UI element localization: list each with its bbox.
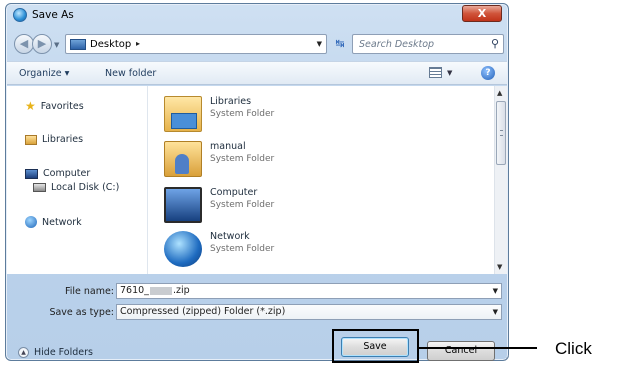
window-title: Save As xyxy=(32,9,74,21)
item-type: System Folder xyxy=(210,154,275,164)
save-as-dialog: Save As X ◀ ▶ ▼ Desktop ▸ ▼ ↹ Search Des… xyxy=(5,3,510,362)
scroll-down-icon[interactable]: ▼ xyxy=(497,263,502,271)
save-as-type-select[interactable]: Compressed (zipped) Folder (*.zip) ▼ xyxy=(116,304,502,320)
hide-folders-button[interactable]: ▲ Hide Folders xyxy=(18,347,93,358)
file-name-label: File name: xyxy=(64,286,114,297)
list-item[interactable]: Libraries System Folder xyxy=(164,96,274,132)
item-type: System Folder xyxy=(210,244,275,254)
sidebar-item-local-disk[interactable]: Local Disk (C:) xyxy=(33,182,119,193)
save-highlight-box xyxy=(332,329,419,363)
address-dropdown-icon[interactable]: ▼ xyxy=(317,40,322,48)
item-name: Libraries xyxy=(210,96,252,107)
local-disk-icon xyxy=(33,183,46,192)
collapse-chevron-icon: ▲ xyxy=(18,347,29,358)
desktop-icon xyxy=(70,39,86,50)
save-type-value: Compressed (zipped) Folder (*.zip) xyxy=(120,306,286,317)
change-view-icon[interactable] xyxy=(429,67,442,78)
sidebar-item-label: Favorites xyxy=(40,100,84,112)
sidebar-item-libraries[interactable]: Libraries xyxy=(25,134,83,145)
browser-content: ★ Favorites Libraries Computer Local Dis… xyxy=(7,86,507,274)
search-placeholder: Search Desktop xyxy=(359,39,435,50)
view-options-dropdown-icon[interactable]: ▼ xyxy=(447,69,452,77)
file-list: Libraries System Folder manual System Fo… xyxy=(148,86,494,274)
callout-label: Click xyxy=(555,339,592,358)
file-name-dropdown-icon[interactable]: ▼ xyxy=(493,287,498,295)
save-type-dropdown-icon[interactable]: ▼ xyxy=(493,308,498,316)
vertical-scrollbar[interactable]: ▲ ▼ xyxy=(494,86,507,274)
libraries-folder-icon xyxy=(164,96,202,132)
sidebar-item-computer[interactable]: Computer xyxy=(25,168,90,179)
sidebar-item-favorites[interactable]: ★ Favorites xyxy=(25,99,84,113)
item-type: System Folder xyxy=(210,200,275,210)
cancel-button[interactable]: Cancel xyxy=(427,341,495,361)
sidebar-item-label: Computer xyxy=(43,168,91,179)
refresh-icon[interactable]: ↹ xyxy=(330,34,350,54)
star-icon: ★ xyxy=(25,99,36,113)
item-name: Computer xyxy=(210,187,258,198)
list-item[interactable]: Computer System Folder xyxy=(164,187,274,223)
close-button[interactable]: X xyxy=(462,5,502,22)
network-icon xyxy=(25,216,37,228)
sidebar-item-label: Local Disk (C:) xyxy=(51,182,120,193)
list-item[interactable]: manual System Folder xyxy=(164,141,274,177)
sidebar-item-label: Network xyxy=(42,216,82,228)
list-item[interactable]: Network System Folder xyxy=(164,231,274,267)
file-name-field[interactable]: 7610_ .zip ▼ xyxy=(116,283,502,299)
search-icon[interactable]: ⚲ xyxy=(491,37,499,50)
forward-arrow-icon[interactable]: ▶ xyxy=(32,34,52,54)
computer-folder-icon xyxy=(164,187,202,223)
recent-pages-dropdown-icon[interactable]: ▼ xyxy=(54,41,59,49)
item-type: System Folder xyxy=(210,109,275,119)
breadcrumb-chevron-icon[interactable]: ▸ xyxy=(136,39,140,48)
computer-icon xyxy=(25,168,38,179)
new-folder-button[interactable]: New folder xyxy=(105,68,156,79)
item-name: manual xyxy=(210,141,246,152)
scrollbar-thumb[interactable] xyxy=(496,101,506,165)
redacted-mask xyxy=(149,286,172,295)
scroll-up-icon[interactable]: ▲ xyxy=(497,89,502,97)
back-arrow-icon[interactable]: ◀ xyxy=(14,34,34,54)
callout-leader-line xyxy=(419,347,537,349)
grip-icon xyxy=(500,130,503,136)
user-folder-icon xyxy=(164,141,202,177)
sidebar-item-network[interactable]: Network xyxy=(25,216,82,228)
libraries-icon xyxy=(25,134,37,145)
sidebar-item-label: Libraries xyxy=(42,134,84,145)
search-input[interactable]: Search Desktop ⚲ xyxy=(352,34,504,54)
address-location[interactable]: Desktop xyxy=(90,39,131,50)
navigation-pane: ★ Favorites Libraries Computer Local Dis… xyxy=(7,86,148,274)
help-icon[interactable]: ? xyxy=(481,66,495,80)
title-bar[interactable]: Save As X xyxy=(6,4,508,26)
file-name-prefix: 7610_ xyxy=(120,285,149,296)
save-type-label: Save as type: xyxy=(49,307,114,318)
network-folder-icon xyxy=(164,231,202,267)
organize-menu-button[interactable]: Organize ▾ xyxy=(19,68,69,79)
hide-folders-label: Hide Folders xyxy=(34,347,93,358)
file-name-suffix: .zip xyxy=(172,285,190,296)
app-icon xyxy=(13,8,27,22)
resize-grip-icon[interactable]: ⋰ xyxy=(503,354,510,362)
command-toolbar: Organize ▾ New folder ▼ ? xyxy=(7,61,507,85)
address-bar[interactable]: Desktop ▸ ▼ xyxy=(65,34,327,54)
item-name: Network xyxy=(210,231,250,242)
navigation-bar: ◀ ▶ ▼ Desktop ▸ ▼ ↹ Search Desktop ⚲ xyxy=(12,32,504,56)
